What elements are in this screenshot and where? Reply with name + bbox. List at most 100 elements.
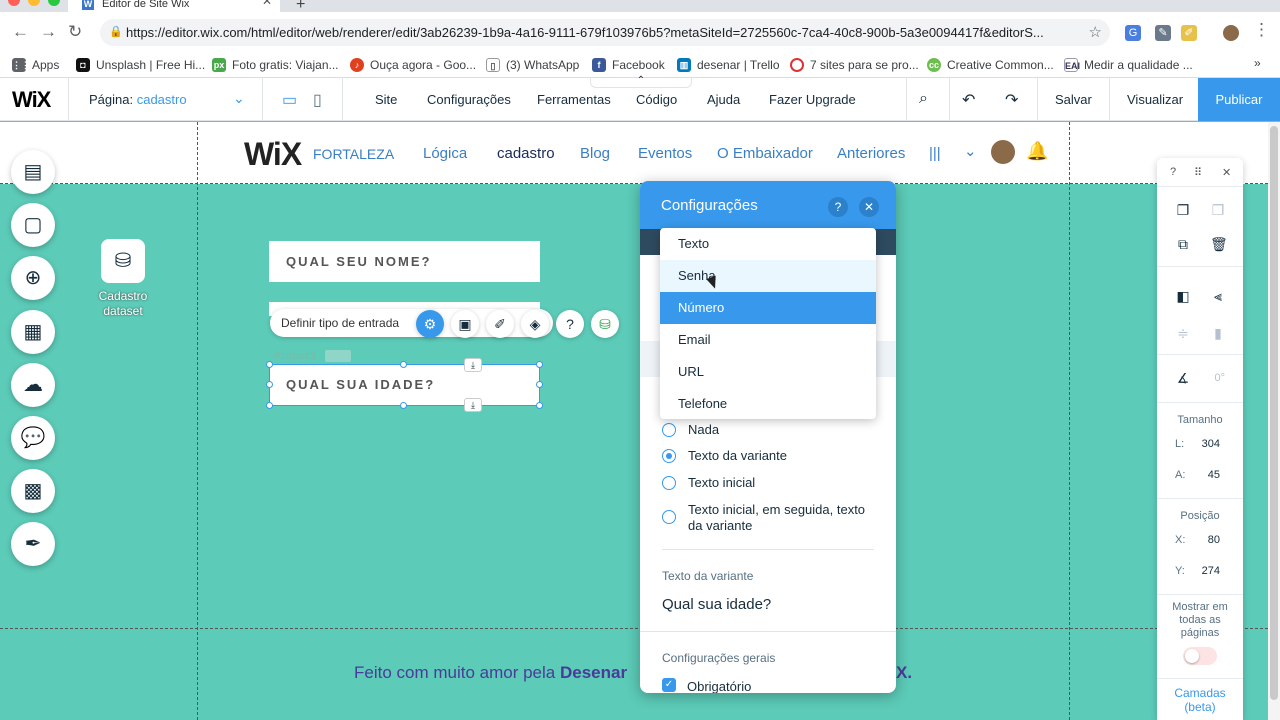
site-menu-eventos[interactable]: Eventos [638,145,692,162]
dataset-cloud-icon[interactable]: ⛁ [101,239,145,283]
resize-handle[interactable] [400,361,407,368]
option-email[interactable]: Email [660,324,876,356]
site-menu-more[interactable]: ||| [929,145,941,162]
rotation-value[interactable]: 0° [1195,372,1225,384]
site-menu-cadastro[interactable]: cadastro [497,145,555,162]
trash-icon[interactable]: 🗑 [1210,236,1228,252]
menu-ferramentas[interactable]: Ferramentas [537,92,611,107]
translate-extension-icon[interactable]: G [1125,25,1141,41]
bookmark-creative-commons[interactable]: cc Creative Common... [927,56,1054,74]
bell-icon[interactable]: 🔔 [1026,141,1048,162]
name-input[interactable]: QUAL SEU NOME? [269,241,540,282]
mobile-view-icon[interactable]: ▯ [313,90,322,110]
help-icon[interactable]: ? [1170,166,1176,178]
add-icon[interactable]: ⊕ [11,256,55,300]
gear-icon[interactable]: ⚙ [416,310,444,338]
copy-icon[interactable]: ❐ [1175,202,1191,218]
member-avatar[interactable] [991,140,1015,164]
upload-cloud-icon[interactable]: ☁ [11,363,55,407]
collapse-toolbar-button[interactable]: ⌃ [590,76,692,88]
undo-icon[interactable]: ↶ [962,90,975,110]
resize-handle[interactable] [266,361,273,368]
align-icon[interactable]: ⫷ [1210,288,1226,304]
variant-text-input[interactable]: Qual sua idade? [662,596,771,613]
help-icon[interactable]: ? [556,310,584,338]
publish-button[interactable]: Publicar [1198,78,1280,121]
layout-icon[interactable]: ▣ [451,310,479,338]
drag-handle-icon[interactable]: ⠿ [1194,166,1202,179]
bookings-icon[interactable]: ▩ [11,469,55,513]
menu-fazer-upgrade[interactable]: Fazer Upgrade [769,92,856,107]
wix-logo[interactable]: WiX [12,87,51,113]
option-senha[interactable]: Senha [660,260,876,292]
bookmark-star-icon[interactable]: ☆ [1089,19,1102,46]
canvas-scrollbar[interactable] [1268,122,1280,720]
site-menu-blog[interactable]: Blog [580,145,610,162]
bookmark-ouca-agora[interactable]: ♪ Ouça agora - Goo... [350,56,476,74]
zoom-search-icon[interactable]: ⌕ [919,90,928,108]
resize-handle[interactable] [536,381,543,388]
site-menu-anteriores[interactable]: Anteriores [837,145,905,162]
resize-handle[interactable] [266,381,273,388]
layers-button[interactable]: Camadas (beta) [1157,686,1243,714]
option-texto[interactable]: Texto [660,228,876,260]
resize-handle[interactable] [400,402,407,409]
reload-icon[interactable]: ↻ [68,22,82,42]
site-logo[interactable]: WiX [244,136,302,173]
close-icon[interactable]: ✕ [262,0,272,7]
close-icon[interactable]: ✕ [1222,166,1231,179]
picker-extension-icon[interactable]: ✎ [1155,25,1171,41]
duplicate-icon[interactable]: ⧉ [1175,236,1191,252]
width-value[interactable]: 304 [1190,438,1220,450]
add-apps-icon[interactable]: ▦ [11,310,55,354]
menu-site[interactable]: Site [375,92,397,107]
menu-ajuda[interactable]: Ajuda [707,92,740,107]
minimize-window-button[interactable] [28,0,40,6]
resize-handle[interactable] [536,402,543,409]
stretch-down-icon[interactable]: ⤓ [464,398,482,412]
resize-handle[interactable] [536,361,543,368]
chevron-down-icon[interactable]: ⌄ [233,90,245,107]
design-brush-icon[interactable]: ✐ [486,310,514,338]
option-telefone[interactable]: Telefone [660,388,876,419]
more-bookmarks-icon[interactable]: » [1254,56,1261,70]
rotate-icon[interactable]: ∡ [1175,370,1191,386]
panel-title[interactable]: Configurações [640,181,896,229]
show-all-pages-toggle[interactable] [1183,647,1217,665]
preview-button[interactable]: Visualizar [1127,92,1183,107]
desktop-view-icon[interactable]: ▭ [282,90,297,110]
address-bar[interactable]: 🔒 https://editor.wix.com/html/editor/web… [100,19,1110,46]
resize-handle[interactable] [266,402,273,409]
browser-tab[interactable]: W Editor de Site Wix ✕ [68,0,280,12]
arrange-icon[interactable]: ◧ [1175,288,1191,304]
required-checkbox[interactable]: ✓ [662,678,676,692]
profile-avatar[interactable] [1223,25,1239,41]
background-icon[interactable]: ▢ [11,203,55,247]
maximize-window-button[interactable] [48,0,60,6]
back-arrow-icon[interactable]: ← [12,22,29,42]
site-menu-logica[interactable]: Lógica [423,145,467,162]
forward-arrow-icon[interactable]: → [40,22,57,42]
option-numero[interactable]: Número [660,292,876,324]
bookmark-foto-gratis[interactable]: px Foto gratis: Viajan... [212,56,339,74]
bookmark-medir-qualidade[interactable]: EAI Medir a qualidade ... [1064,56,1193,74]
pages-menu-icon[interactable]: ▤ [11,150,55,194]
site-menu-o-embaixador[interactable]: O Embaixador [717,145,813,162]
bookmark-apps[interactable]: ⋮⋮ Apps [12,56,59,74]
connect-data-icon[interactable]: ⛁ [591,310,619,338]
chevron-down-icon[interactable]: ⌄ [964,142,977,160]
chat-bubble-icon[interactable]: 💬 [11,416,55,460]
height-value[interactable]: 45 [1190,469,1220,481]
scroll-thumb[interactable] [1270,126,1278,700]
stretch-down-icon[interactable]: ⤓ [464,358,482,372]
redo-icon[interactable]: ↷ [1005,90,1018,110]
bookmark-whatsapp[interactable]: ▯ (3) WhatsApp [486,56,579,74]
bookmark-trello[interactable]: ▥ desenar | Trello [677,56,780,74]
menu-configuracoes[interactable]: Configurações [427,92,511,107]
animation-icon[interactable]: ◈ [521,310,549,338]
page-selector[interactable]: Página: cadastro [89,92,187,107]
option-url[interactable]: URL [660,356,876,388]
save-button[interactable]: Salvar [1055,92,1092,107]
help-icon[interactable]: ? [828,197,848,217]
close-window-button[interactable] [8,0,20,6]
